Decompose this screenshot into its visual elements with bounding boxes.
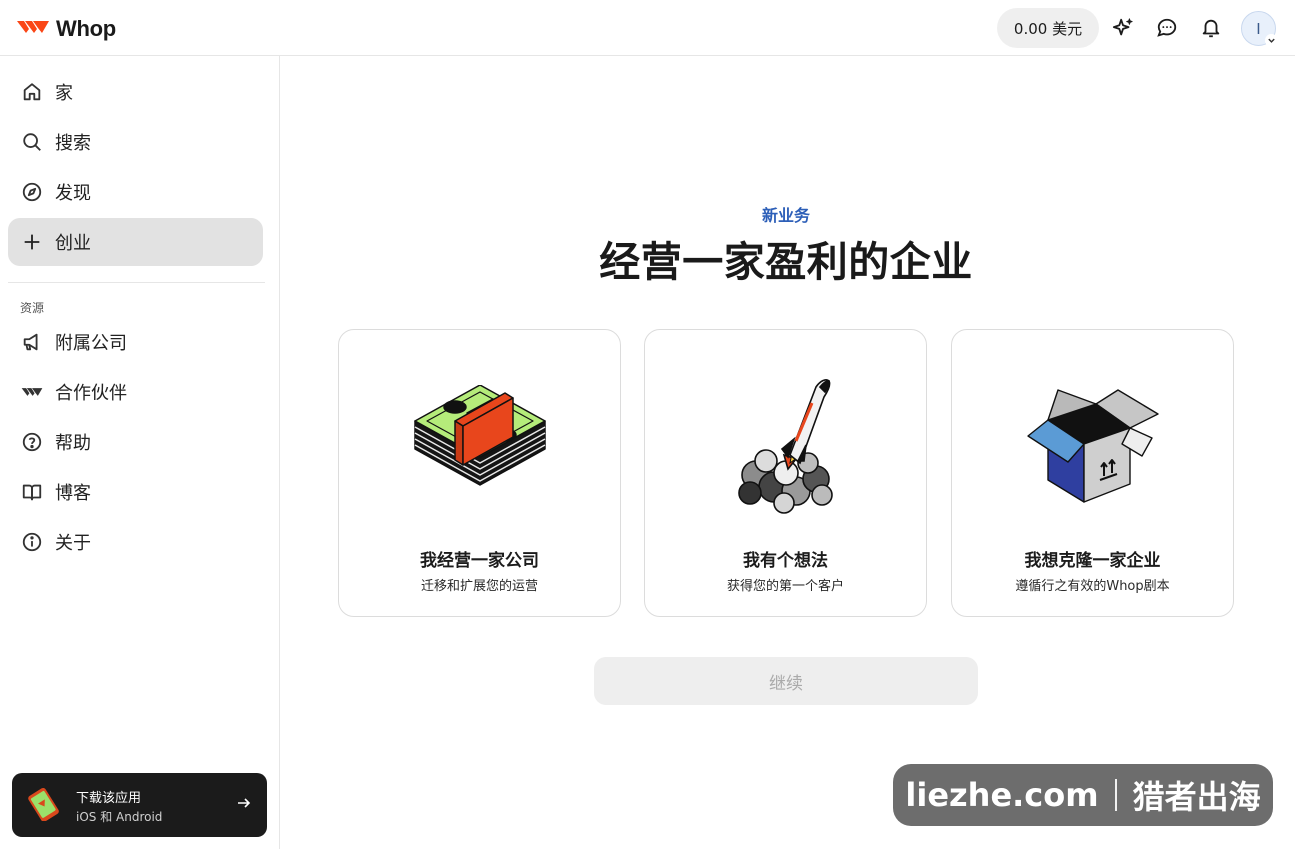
option-card-idea[interactable]: 我有个想法 获得您的第一个客户 xyxy=(644,329,927,617)
chat-icon[interactable] xyxy=(1153,14,1181,42)
app-banner-subtitle: iOS 和 Android xyxy=(76,810,163,824)
plus-icon xyxy=(20,230,44,254)
sidebar-item-label: 创业 xyxy=(55,233,91,254)
card-subtitle: 迁移和扩展您的运营 xyxy=(420,579,538,594)
continue-button[interactable]: 继续 xyxy=(594,657,978,705)
watermark-brand: 猎者出海 xyxy=(1132,778,1261,816)
card-title: 我想克隆一家企业 xyxy=(1024,551,1161,571)
top-bar: Whop 0.00 美元 I xyxy=(0,0,1295,56)
watermark-domain: liezhe.com xyxy=(905,776,1099,814)
sidebar-item-affiliates[interactable]: 附属公司 xyxy=(8,318,263,366)
sidebar-item-label: 发现 xyxy=(55,183,91,204)
help-icon xyxy=(20,430,44,454)
card-subtitle: 获得您的第一个客户 xyxy=(726,579,844,594)
whop-logo[interactable]: Whop xyxy=(16,16,116,42)
chevron-down-icon[interactable] xyxy=(1265,34,1278,47)
sidebar-divider xyxy=(8,282,265,283)
sidebar-item-discover[interactable]: 发现 xyxy=(8,168,263,216)
sidebar-item-label: 搜索 xyxy=(55,133,91,154)
whop-logo-icon xyxy=(20,380,44,404)
download-app-banner[interactable]: 下载该应用 iOS 和 Android xyxy=(12,773,267,837)
sidebar-item-partners[interactable]: 合作伙伴 xyxy=(8,368,263,416)
watermark-separator xyxy=(1114,779,1117,811)
rocket-icon xyxy=(645,370,926,520)
sidebar-item-blog[interactable]: 博客 xyxy=(8,468,263,516)
bell-icon[interactable] xyxy=(1197,14,1225,42)
sidebar-item-about[interactable]: 关于 xyxy=(8,518,263,566)
kicker-label: 新业务 xyxy=(761,206,810,225)
whop-logo-icon xyxy=(16,17,50,41)
home-icon xyxy=(20,80,44,104)
info-icon xyxy=(20,530,44,554)
option-card-existing-business[interactable]: 我经营一家公司 迁移和扩展您的运营 xyxy=(338,329,621,617)
card-subtitle: 遵循行之有效的Whop剧本 xyxy=(1015,579,1170,594)
watermark: liezhe.com 猎者出海 xyxy=(893,764,1273,826)
book-icon xyxy=(20,480,44,504)
arrow-right-icon xyxy=(236,795,252,815)
sidebar-item-label: 关于 xyxy=(55,533,91,554)
sidebar-item-label: 家 xyxy=(55,83,73,104)
sidebar-item-label: 博客 xyxy=(55,483,91,504)
sparkle-icon[interactable] xyxy=(1109,14,1137,42)
logo-text: Whop xyxy=(56,16,116,41)
option-card-clone[interactable]: 我想克隆一家企业 遵循行之有效的Whop剧本 xyxy=(951,329,1234,617)
sidebar-item-help[interactable]: 帮助 xyxy=(8,418,263,466)
sidebar-item-search[interactable]: 搜索 xyxy=(8,118,263,166)
sidebar: 家 搜索 发现 创业 资源 附属公司 合作伙伴 帮助 博客 关于 下载该应用 i… xyxy=(0,56,280,849)
money-stack-icon xyxy=(339,370,620,520)
card-title: 我有个想法 xyxy=(743,551,828,571)
phone-icon xyxy=(24,787,62,825)
compass-icon xyxy=(20,180,44,204)
app-banner-title: 下载该应用 xyxy=(76,791,142,806)
box-icon xyxy=(952,370,1233,520)
sidebar-item-create[interactable]: 创业 xyxy=(8,218,263,266)
balance-button[interactable]: 0.00 美元 xyxy=(997,8,1099,48)
card-title: 我经营一家公司 xyxy=(420,551,539,571)
sidebar-item-label: 附属公司 xyxy=(55,333,127,354)
sidebar-item-home[interactable]: 家 xyxy=(8,68,263,116)
page-title: 经营一家盈利的企业 xyxy=(599,238,973,286)
sidebar-item-label: 帮助 xyxy=(55,433,91,454)
section-label: 资源 xyxy=(20,301,45,315)
megaphone-icon xyxy=(20,330,44,354)
sidebar-item-label: 合作伙伴 xyxy=(55,383,127,404)
search-icon xyxy=(20,130,44,154)
